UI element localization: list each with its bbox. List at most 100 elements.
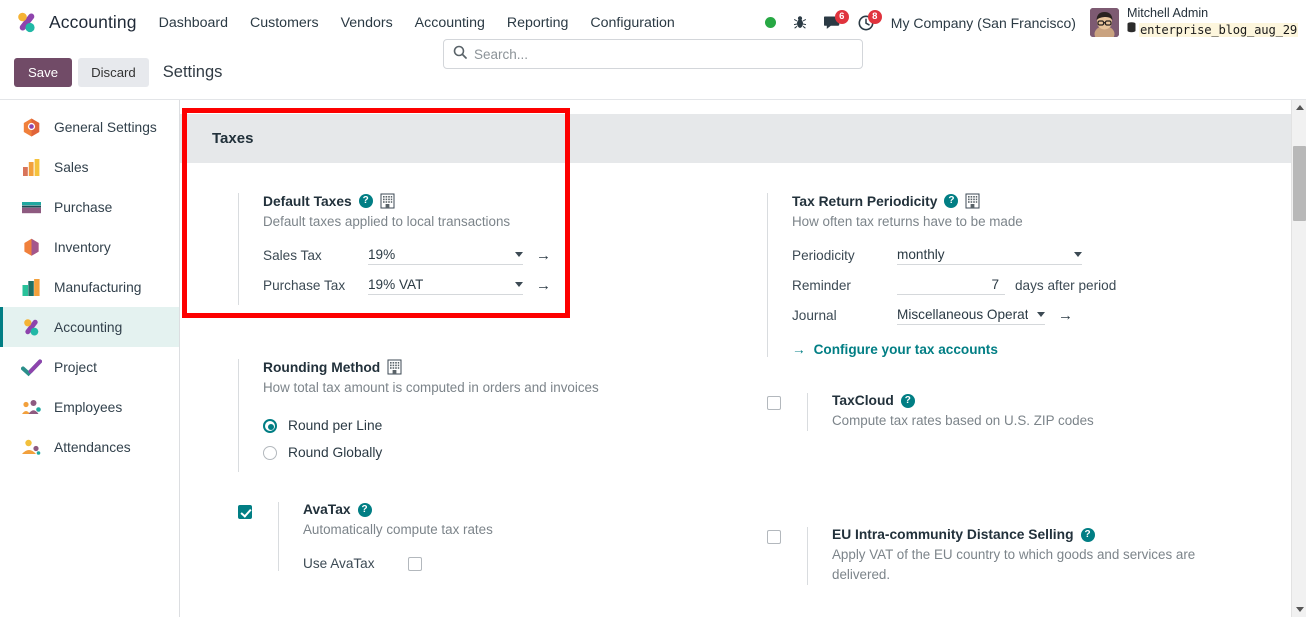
radio-round-globally[interactable]: Round Globally bbox=[263, 445, 743, 460]
default-taxes-fields: Sales Tax 19% → Purchase Tax 19% VAT → bbox=[263, 245, 743, 296]
section-header-taxes: Taxes bbox=[180, 114, 1306, 163]
navbar-menu: Dashboard Customers Vendors Accounting R… bbox=[159, 15, 675, 31]
avatax-checkbox[interactable] bbox=[238, 505, 252, 520]
sales-tax-internal-link-icon[interactable]: → bbox=[536, 248, 551, 263]
use-avatax-row: Use AvaTax bbox=[303, 556, 743, 571]
eu-distance-selling-checkbox-slot bbox=[767, 527, 807, 585]
accounting-icon bbox=[21, 317, 42, 338]
sidebar-label: Employees bbox=[54, 399, 123, 415]
page-title: Settings bbox=[162, 62, 223, 81]
use-avatax-checkbox[interactable] bbox=[408, 556, 422, 571]
sidebar-label: Project bbox=[54, 359, 97, 375]
user-avatar[interactable] bbox=[1089, 7, 1119, 37]
rounding-method-body: Rounding Method How total tax amount is … bbox=[238, 359, 743, 473]
user-menu[interactable]: Mitchell Admin enterprise_blog_aug_29 bbox=[1089, 5, 1298, 40]
purchase-tax-row: Purchase Tax 19% VAT → bbox=[263, 275, 743, 296]
nav-item-accounting[interactable]: Accounting bbox=[415, 15, 485, 31]
chevron-down-icon bbox=[1074, 251, 1082, 257]
nav-item-reporting[interactable]: Reporting bbox=[507, 15, 569, 31]
question-mark-icon[interactable]: ? bbox=[1080, 527, 1095, 542]
nav-item-configuration[interactable]: Configuration bbox=[590, 15, 674, 31]
sidebar-item-sales[interactable]: Sales bbox=[0, 147, 179, 187]
purchase-tax-internal-link-icon[interactable]: → bbox=[536, 278, 551, 293]
settings-column-left: Default Taxes ? Default taxes applied to… bbox=[180, 193, 743, 615]
setting-avatax: AvaTax ? Automatically compute tax rates… bbox=[238, 502, 743, 572]
journal-select[interactable]: Miscellaneous Operat bbox=[897, 307, 1045, 325]
attendances-icon bbox=[21, 437, 42, 458]
save-button[interactable]: Save bbox=[14, 57, 73, 87]
sidebar-item-purchase[interactable]: Purchase bbox=[0, 187, 179, 227]
default-taxes-description: Default taxes applied to local transacti… bbox=[263, 214, 511, 229]
eu-distance-selling-checkbox[interactable] bbox=[767, 530, 781, 545]
sidebar-label: Inventory bbox=[54, 239, 111, 255]
radio-button[interactable] bbox=[263, 445, 277, 460]
reminder-input[interactable] bbox=[897, 276, 1005, 295]
discard-button[interactable]: Discard bbox=[78, 57, 149, 87]
purchase-tax-select[interactable]: 19% VAT bbox=[368, 277, 523, 295]
company-selector[interactable]: My Company (San Francisco) bbox=[891, 15, 1076, 31]
rounding-method-description: How total tax amount is computed in orde… bbox=[263, 380, 599, 396]
journal-value: Miscellaneous Operat bbox=[897, 306, 1029, 322]
sidebar-item-employees[interactable]: Employees bbox=[0, 387, 179, 427]
scrollbar-thumb[interactable] bbox=[1293, 146, 1306, 221]
tax-return-periodicity-description: How often tax returns have to be made bbox=[792, 214, 1023, 229]
sales-tax-select[interactable]: 19% bbox=[368, 247, 523, 265]
eu-distance-selling-title: EU Intra-community Distance Selling bbox=[832, 527, 1074, 543]
question-mark-icon[interactable]: ? bbox=[358, 194, 373, 208]
sidebar-item-inventory[interactable]: Inventory bbox=[0, 227, 179, 267]
search-box[interactable] bbox=[443, 39, 863, 69]
activities-clock-icon[interactable]: 8 bbox=[858, 9, 882, 31]
chevron-down-icon bbox=[515, 281, 523, 287]
journal-row: Journal Miscellaneous Operat → bbox=[792, 305, 1306, 326]
sidebar-label: Purchase bbox=[54, 199, 113, 215]
avatax-checkbox-slot bbox=[238, 502, 278, 571]
use-avatax-label: Use AvaTax bbox=[303, 556, 375, 572]
manufacturing-icon bbox=[21, 277, 42, 298]
chevron-down-icon bbox=[515, 251, 523, 257]
periodicity-select[interactable]: monthly bbox=[897, 247, 1082, 265]
purchase-tax-label: Purchase Tax bbox=[263, 278, 346, 294]
configure-tax-accounts-link[interactable]: → Configure your tax accounts bbox=[792, 342, 1306, 357]
activities-badge: 8 bbox=[867, 9, 882, 24]
taxcloud-body: TaxCloud ? Compute tax rates based on U.… bbox=[807, 393, 1306, 432]
purchase-icon bbox=[21, 197, 42, 218]
nav-item-customers[interactable]: Customers bbox=[250, 15, 319, 31]
sidebar-item-project[interactable]: Project bbox=[0, 347, 179, 387]
rounding-method-options: Round per Line Round Globally bbox=[263, 418, 743, 460]
sidebar-item-general-settings[interactable]: General Settings bbox=[0, 107, 179, 147]
journal-internal-link-icon[interactable]: → bbox=[1058, 308, 1073, 323]
avatax-description: Automatically compute tax rates bbox=[303, 522, 493, 538]
messages-icon[interactable]: 6 bbox=[823, 9, 849, 31]
avatax-title-row: AvaTax ? bbox=[303, 502, 743, 517]
tax-return-periodicity-body: Tax Return Periodicity ? How often tax r… bbox=[767, 193, 1306, 358]
user-name: Mitchell Admin bbox=[1126, 5, 1209, 20]
bug-icon[interactable] bbox=[793, 15, 807, 30]
sidebar-label: Accounting bbox=[54, 319, 123, 335]
vertical-scrollbar[interactable] bbox=[1291, 100, 1306, 617]
sidebar-item-accounting[interactable]: Accounting bbox=[0, 307, 179, 347]
sidebar-label: Attendances bbox=[54, 439, 131, 455]
taxcloud-checkbox-slot bbox=[767, 393, 807, 431]
taxcloud-checkbox[interactable] bbox=[767, 396, 781, 411]
reminder-label: Reminder bbox=[792, 278, 851, 294]
question-mark-icon[interactable]: ? bbox=[944, 194, 959, 208]
scroll-down-arrow-icon[interactable] bbox=[1292, 602, 1306, 617]
rounding-method-title-row: Rounding Method bbox=[263, 359, 743, 375]
radio-round-per-line[interactable]: Round per Line bbox=[263, 418, 743, 433]
taxcloud-title: TaxCloud bbox=[832, 393, 894, 409]
taxcloud-title-row: TaxCloud ? bbox=[832, 393, 1306, 408]
nav-item-dashboard[interactable]: Dashboard bbox=[159, 15, 228, 31]
question-mark-icon[interactable]: ? bbox=[900, 393, 915, 408]
sidebar-item-attendances[interactable]: Attendances bbox=[0, 427, 179, 467]
tax-return-periodicity-title-row: Tax Return Periodicity ? bbox=[792, 193, 1306, 209]
radio-button[interactable] bbox=[263, 418, 277, 433]
search-input[interactable] bbox=[474, 46, 853, 62]
nav-item-vendors[interactable]: Vendors bbox=[341, 15, 393, 31]
brand[interactable]: Accounting bbox=[14, 10, 137, 36]
scroll-up-arrow-icon[interactable] bbox=[1292, 100, 1306, 115]
question-mark-icon[interactable]: ? bbox=[357, 502, 372, 517]
periodicity-row: Periodicity monthly bbox=[792, 245, 1306, 266]
messages-badge: 6 bbox=[834, 9, 849, 24]
sidebar-item-manufacturing[interactable]: Manufacturing bbox=[0, 267, 179, 307]
periodicity-label: Periodicity bbox=[792, 248, 855, 264]
